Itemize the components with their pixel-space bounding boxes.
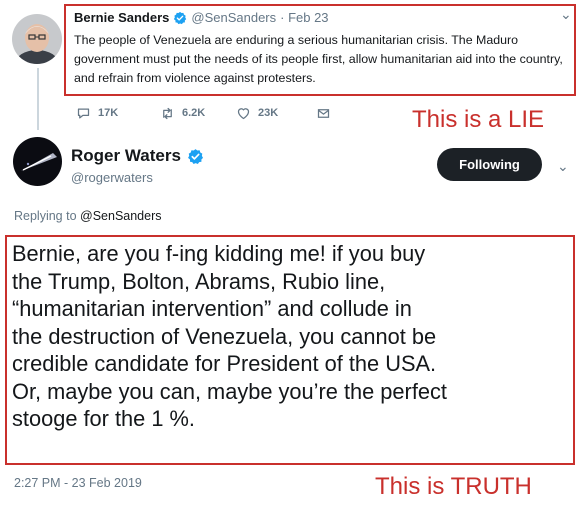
replying-to-handle[interactable]: @SenSanders xyxy=(80,209,162,223)
reply-timestamp[interactable]: 2:27 PM - 23 Feb 2019 xyxy=(14,476,142,490)
thread-connector-line xyxy=(37,68,39,130)
direct-message-action[interactable] xyxy=(316,104,338,122)
original-date[interactable]: · Feb 23 xyxy=(280,10,328,25)
reply-icon xyxy=(77,108,90,118)
chevron-down-icon[interactable]: ⌄ xyxy=(557,158,569,175)
truth-annotation-label: This is TRUTH xyxy=(375,473,532,500)
retweet-action[interactable]: 6.2K xyxy=(160,104,205,122)
reply-author-handle[interactable]: @rogerwaters xyxy=(71,170,153,185)
replying-to-line: Replying to @SenSanders xyxy=(14,209,162,223)
original-tweet-text: The people of Venezuela are enduring a s… xyxy=(74,33,563,85)
reply-count: 17K xyxy=(98,107,119,119)
original-handle[interactable]: @SenSanders xyxy=(191,10,276,25)
verified-badge-icon xyxy=(187,148,204,165)
like-icon xyxy=(237,107,250,119)
replying-to-prefix: Replying to xyxy=(14,209,81,223)
following-button[interactable]: Following xyxy=(437,148,542,181)
chevron-down-icon[interactable]: ⌄ xyxy=(560,7,574,21)
like-action[interactable]: 23K xyxy=(236,104,278,122)
retweet-count: 6.2K xyxy=(182,107,206,119)
original-author-name[interactable]: Bernie Sanders xyxy=(74,10,169,25)
reply-action[interactable]: 17K xyxy=(76,104,118,122)
message-icon xyxy=(317,108,330,118)
lie-annotation-label: This is a LIE xyxy=(412,106,545,133)
like-count: 23K xyxy=(258,107,279,119)
reply-author-name[interactable]: Roger Waters xyxy=(71,146,181,166)
retweet-icon xyxy=(163,107,172,119)
reply-author-header: Roger Waters xyxy=(71,146,208,166)
reply-tweet-text: Bernie, are you f-ing kidding me! if you… xyxy=(12,241,447,431)
original-tweet-header: Bernie Sanders @SenSanders · Feb 23 xyxy=(74,10,329,25)
verified-badge-icon xyxy=(173,11,187,25)
bernie-avatar[interactable] xyxy=(12,14,62,64)
roger-waters-avatar[interactable] xyxy=(13,137,62,186)
